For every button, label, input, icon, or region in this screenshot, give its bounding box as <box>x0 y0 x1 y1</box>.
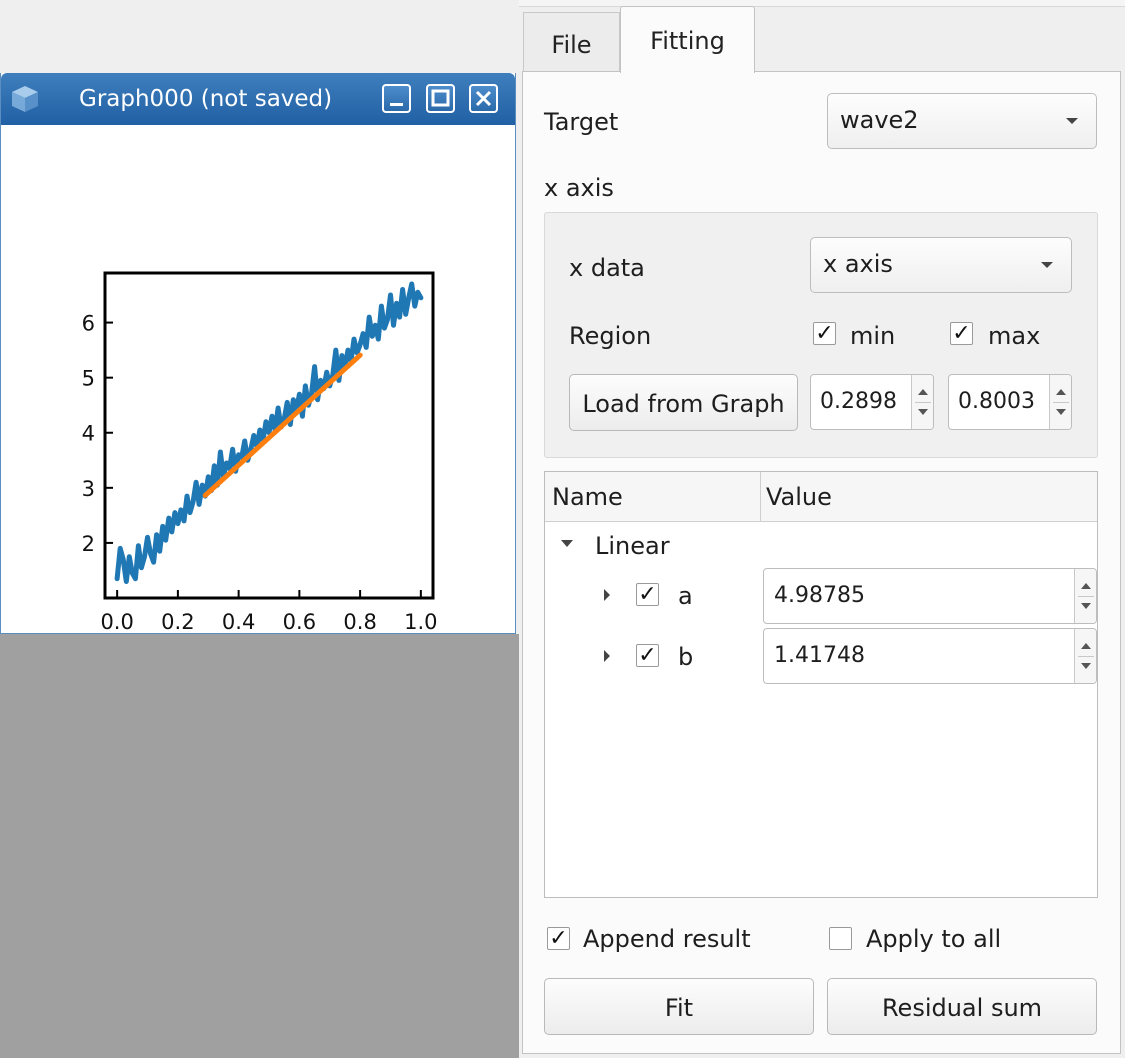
graph-canvas[interactable]: 0.0 0.2 0.4 0.6 0.8 1.0 2 3 4 5 6 <box>1 125 515 633</box>
arrow-up-icon <box>1081 643 1091 649</box>
collapse-arrow-icon[interactable] <box>561 540 573 547</box>
arrow-down-icon <box>918 409 928 415</box>
column-header-value[interactable]: Value <box>766 483 832 511</box>
region-min-spinbox[interactable]: 0.2898 <box>810 374 934 430</box>
x-tick-label: 0.4 <box>222 610 255 633</box>
close-icon <box>475 90 492 107</box>
max-label: max <box>988 322 1041 350</box>
append-result-label: Append result <box>583 925 751 953</box>
x-tick-label: 0.6 <box>283 610 316 633</box>
fit-button[interactable]: Fit <box>544 978 814 1035</box>
series-data-line <box>114 281 424 584</box>
chevron-down-icon <box>1041 262 1053 268</box>
max-checkbox[interactable]: ✓ <box>950 322 973 345</box>
mdi-background <box>0 634 519 1058</box>
y-tick-label: 2 <box>82 532 95 556</box>
maximize-button[interactable] <box>426 84 455 113</box>
arrow-down-icon <box>1056 409 1066 415</box>
target-select[interactable]: wave2 <box>827 93 1097 149</box>
parameter-tree[interactable]: Name Value Linear ✓ a 4.98785 ✓ b 1.4174… <box>544 471 1098 898</box>
arrow-up-icon <box>1081 583 1091 589</box>
x-tick-label: 1.0 <box>404 610 437 633</box>
apply-to-all-checkbox[interactable] <box>829 927 852 950</box>
x-tick-label: 0.0 <box>100 610 133 633</box>
target-label: Target <box>544 108 619 136</box>
y-tick-label: 3 <box>82 477 95 501</box>
load-from-graph-button[interactable]: Load from Graph <box>569 374 798 431</box>
close-button[interactable] <box>469 84 498 113</box>
arrow-down-icon <box>1081 663 1091 669</box>
expand-arrow-icon[interactable] <box>604 650 610 662</box>
min-label: min <box>850 322 896 350</box>
arrow-up-icon <box>918 389 928 395</box>
maximize-icon <box>431 89 450 107</box>
chevron-down-icon <box>1066 118 1078 124</box>
arrow-up-icon <box>1056 389 1066 395</box>
graph-window[interactable]: Graph000 (not saved) 0.0 0.2 0.4 0.6 0.8 1.0 2… <box>0 73 516 634</box>
minimize-icon <box>390 103 403 106</box>
spin-arrows[interactable] <box>1074 629 1096 683</box>
region-label: Region <box>569 322 652 350</box>
append-result-checkbox[interactable]: ✓ <box>547 927 570 950</box>
region-max-spinbox[interactable]: 0.8003 <box>948 374 1072 430</box>
param-b-value: 1.41748 <box>774 643 865 668</box>
expand-arrow-icon[interactable] <box>604 589 610 601</box>
tab-fitting[interactable]: Fitting <box>620 6 755 73</box>
x-data-label: x data <box>569 254 645 282</box>
param-a-name: a <box>678 582 693 610</box>
series-fit-line <box>202 352 363 498</box>
x-data-select[interactable]: x axis <box>810 237 1072 293</box>
tree-group-linear[interactable]: Linear <box>595 532 670 560</box>
param-b-checkbox[interactable]: ✓ <box>636 644 659 667</box>
residual-sum-button[interactable]: Residual sum <box>827 978 1097 1035</box>
tab-file[interactable]: File <box>523 12 620 72</box>
spin-arrows[interactable] <box>911 375 933 429</box>
apply-to-all-label: Apply to all <box>866 925 1002 953</box>
param-a-value-spinbox[interactable]: 4.98785 <box>763 568 1097 624</box>
x-data-value: x axis <box>823 250 893 278</box>
x-tick-label: 0.2 <box>161 610 194 633</box>
y-tick-label: 4 <box>82 422 95 446</box>
tree-header: Name Value <box>545 472 1097 522</box>
cube-app-icon <box>12 86 38 112</box>
param-b-name: b <box>678 643 694 671</box>
minimize-button[interactable] <box>382 84 411 113</box>
spin-arrows[interactable] <box>1049 375 1071 429</box>
param-a-checkbox[interactable]: ✓ <box>636 583 659 606</box>
y-tick-label: 5 <box>82 367 95 391</box>
param-a-value: 4.98785 <box>774 583 865 608</box>
column-header-name[interactable]: Name <box>552 483 623 511</box>
region-max-value: 0.8003 <box>958 389 1035 414</box>
mdi-area: Graph000 (not saved) 0.0 0.2 0.4 0.6 0.8 1.0 2… <box>0 0 519 1058</box>
target-value: wave2 <box>840 106 919 134</box>
min-checkbox[interactable]: ✓ <box>813 322 836 345</box>
param-b-value-spinbox[interactable]: 1.41748 <box>763 628 1097 684</box>
graph-title-bar[interactable]: Graph000 (not saved) <box>1 73 515 125</box>
region-min-value: 0.2898 <box>820 389 897 414</box>
x-axis-section-label: x axis <box>544 174 614 202</box>
graph-window-title: Graph000 (not saved) <box>79 86 333 112</box>
spin-arrows[interactable] <box>1074 569 1096 623</box>
x-tick-label: 0.8 <box>343 610 376 633</box>
y-tick-label: 6 <box>82 312 95 336</box>
arrow-down-icon <box>1081 603 1091 609</box>
